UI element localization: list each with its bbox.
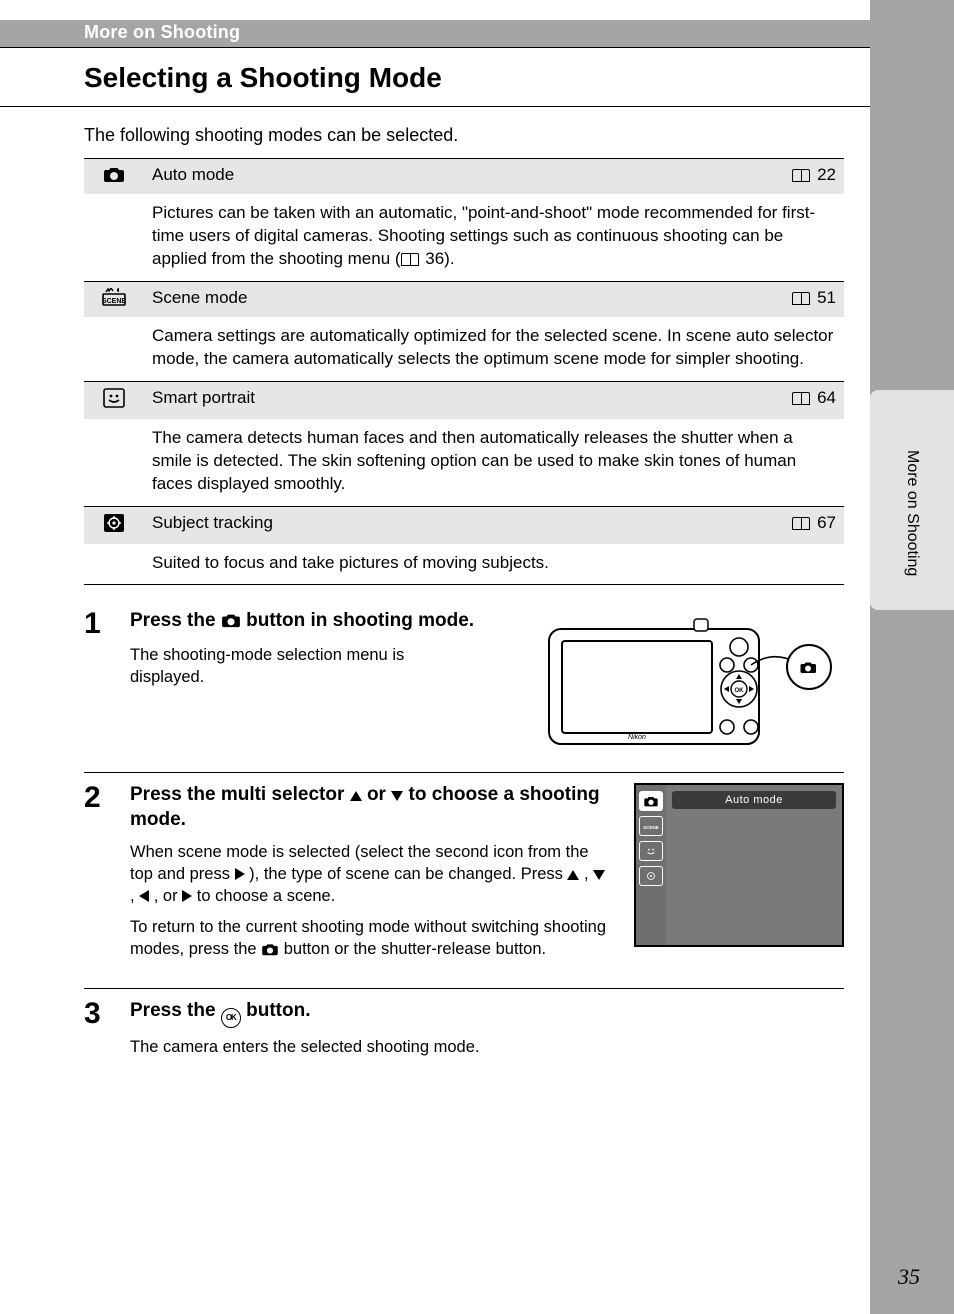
arrow-down-icon <box>593 870 605 880</box>
step-1: 1 Press the button in shooting mode. The… <box>84 599 844 773</box>
mode-name: Smart portrait <box>144 381 764 419</box>
header-band: More on Shooting <box>0 20 870 48</box>
camera-body-illustration: Nikon OK <box>544 609 844 754</box>
lcd-smile-icon <box>639 841 663 861</box>
lcd-mode-label: Auto mode <box>672 791 836 809</box>
book-icon <box>401 253 419 266</box>
camera-icon <box>103 165 125 183</box>
target-icon <box>103 513 125 533</box>
svg-text:SCENE: SCENE <box>102 298 126 305</box>
step-3: 3 Press the OK button. The camera enters… <box>84 989 844 1084</box>
step-2: 2 Press the multi selector or to choose … <box>84 773 844 989</box>
title-band: Selecting a Shooting Mode <box>0 48 870 107</box>
arrow-up-icon <box>567 870 579 880</box>
smile-icon <box>103 388 125 408</box>
table-row: Camera settings are automatically optimi… <box>84 317 844 381</box>
arrow-left-icon <box>139 890 149 902</box>
step-text: The shooting-mode selection menu is disp… <box>130 644 450 689</box>
step-text: The camera enters the selected shooting … <box>130 1036 844 1058</box>
mode-description: Suited to focus and take pictures of mov… <box>144 544 844 585</box>
lcd-camera-icon <box>639 791 663 811</box>
page-ref: 67 <box>764 506 844 544</box>
table-row: Smart portrait 64 <box>84 381 844 419</box>
side-tab-label: More on Shooting <box>903 450 921 576</box>
mode-description: The camera detects human faces and then … <box>144 419 844 506</box>
table-row: SCENE Scene mode 51 <box>84 281 844 317</box>
table-row: Subject tracking 67 <box>84 506 844 544</box>
mode-name: Auto mode <box>144 159 764 195</box>
page-ref: 64 <box>764 381 844 419</box>
step-heading: Press the button in shooting mode. <box>130 609 518 636</box>
step-text: When scene mode is selected (select the … <box>130 841 608 908</box>
svg-text:SCENE: SCENE <box>643 825 659 830</box>
section-label: More on Shooting <box>84 22 844 43</box>
book-icon <box>792 292 810 305</box>
page-ref: 51 <box>764 281 844 317</box>
table-row: The camera detects human faces and then … <box>84 419 844 506</box>
lcd-icon-column: SCENE <box>636 785 666 945</box>
camera-icon <box>221 611 241 636</box>
scene-icon: SCENE <box>102 288 126 306</box>
brand-text: Nikon <box>628 734 646 741</box>
table-row: Pictures can be taken with an automatic,… <box>84 194 844 281</box>
lcd-scene-icon: SCENE <box>639 816 663 836</box>
lcd-main-area: Auto mode <box>666 785 842 945</box>
lcd-target-icon <box>639 866 663 886</box>
mode-description: Pictures can be taken with an automatic,… <box>144 194 844 281</box>
page-ref: 22 <box>764 159 844 195</box>
ok-button-icon: OK <box>221 1008 241 1028</box>
step-number: 1 <box>84 609 114 754</box>
side-tab: More on Shooting <box>870 390 954 610</box>
step-text: To return to the current shooting mode w… <box>130 916 608 963</box>
manual-page: More on Shooting Selecting a Shooting Mo… <box>0 0 870 1314</box>
arrow-right-icon <box>182 890 192 902</box>
lcd-screen-illustration: SCENE Auto mode <box>634 783 844 970</box>
step-heading: Press the multi selector or to choose a … <box>130 783 608 832</box>
mode-name: Scene mode <box>144 281 764 317</box>
table-row: Auto mode 22 <box>84 159 844 195</box>
svg-text:OK: OK <box>735 688 745 694</box>
book-icon <box>792 392 810 405</box>
arrow-up-icon <box>350 791 362 801</box>
arrow-down-icon <box>391 791 403 801</box>
step-number: 3 <box>84 999 114 1066</box>
book-icon <box>792 517 810 530</box>
table-row: Suited to focus and take pictures of mov… <box>84 544 844 585</box>
page-title: Selecting a Shooting Mode <box>84 56 844 106</box>
arrow-right-icon <box>235 868 245 880</box>
mode-name: Subject tracking <box>144 506 764 544</box>
shooting-modes-table: Auto mode 22 Pictures can be taken with … <box>84 158 844 585</box>
intro-text: The following shooting modes can be sele… <box>84 125 844 146</box>
book-icon <box>792 169 810 182</box>
step-number: 2 <box>84 783 114 970</box>
steps-list: 1 Press the button in shooting mode. The… <box>84 599 844 1084</box>
page-number: 35 <box>898 1264 920 1290</box>
step-heading: Press the OK button. <box>130 999 844 1028</box>
camera-icon <box>261 940 279 962</box>
mode-description: Camera settings are automatically optimi… <box>144 317 844 381</box>
